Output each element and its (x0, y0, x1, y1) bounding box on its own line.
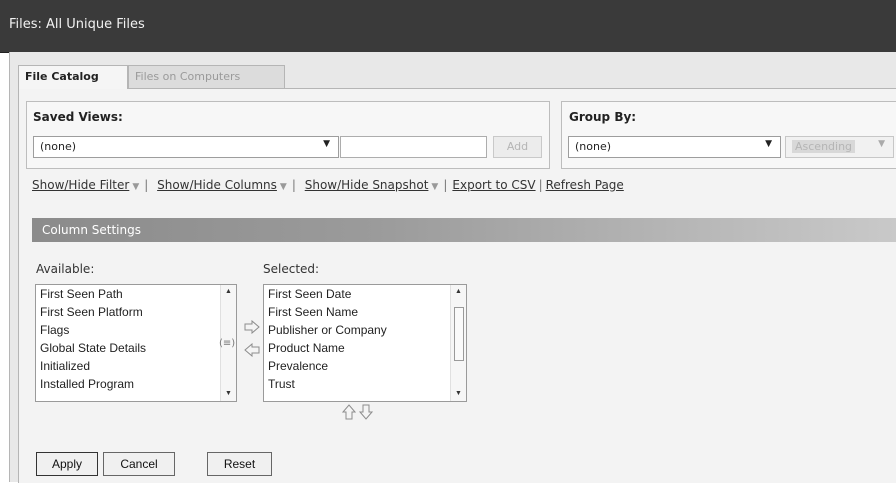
expand-icon[interactable]: (≡) (219, 338, 235, 349)
reset-button[interactable]: Reset (207, 452, 272, 476)
column-settings-header: Column Settings (32, 218, 896, 242)
scroll-down-icon[interactable]: ▼ (221, 387, 236, 401)
window-title: Files: All Unique Files (9, 17, 145, 32)
list-item[interactable]: Product Name (264, 339, 466, 357)
list-item[interactable]: First Seen Date (264, 285, 466, 303)
list-item[interactable]: Publisher or Company (264, 321, 466, 339)
show-hide-filter-link[interactable]: Show/Hide Filter (32, 178, 129, 192)
move-down-icon[interactable] (358, 404, 374, 423)
move-left-icon[interactable] (244, 342, 260, 360)
divider: | (538, 178, 543, 192)
list-item[interactable]: Flags (36, 321, 236, 339)
refresh-page-link[interactable]: Refresh Page (546, 178, 624, 192)
tab-files-on-computers[interactable]: Files on Computers (128, 65, 285, 89)
group-by-group: Group By: (none) ▼ Ascending ▼ (561, 101, 896, 169)
scroll-up-icon[interactable]: ▲ (221, 285, 236, 299)
selected-label: Selected: (263, 262, 320, 276)
list-item[interactable]: Global State Details (36, 339, 236, 357)
divider: | (144, 178, 149, 192)
list-item[interactable]: Trust (264, 375, 466, 393)
selected-columns-list[interactable]: First Seen Date First Seen Name Publishe… (263, 284, 467, 402)
chevron-down-icon[interactable]: ▼ (280, 182, 287, 192)
selected-scrollbar[interactable]: ▲ ▼ (450, 285, 466, 401)
list-item[interactable]: Prevalence (264, 357, 466, 375)
chevron-down-icon[interactable]: ▼ (132, 182, 139, 192)
available-columns-list[interactable]: First Seen Path First Seen Platform Flag… (35, 284, 237, 402)
group-by-title: Group By: (569, 110, 637, 124)
scroll-thumb[interactable] (454, 307, 464, 361)
saved-views-group: Saved Views: (none) ▼ Add (26, 101, 550, 169)
chevron-down-icon: ▼ (878, 139, 885, 149)
available-label: Available: (36, 262, 95, 276)
scroll-down-icon[interactable]: ▼ (451, 387, 466, 401)
toolbar-links: Show/Hide Filter ▼ | Show/Hide Columns ▼ | S… (32, 178, 624, 192)
saved-views-select[interactable]: (none) ▼ (33, 136, 339, 158)
sort-order-select[interactable]: Ascending ▼ (785, 136, 894, 158)
list-item[interactable]: First Seen Path (36, 285, 236, 303)
window-title-bar: Files: All Unique Files (0, 0, 896, 53)
add-view-button[interactable]: Add (493, 136, 542, 158)
list-item[interactable]: First Seen Name (264, 303, 466, 321)
divider: | (443, 178, 448, 192)
divider: | (291, 178, 296, 192)
move-right-icon[interactable] (244, 319, 260, 337)
chevron-down-icon: ▼ (765, 139, 772, 149)
saved-views-selected: (none) (40, 140, 77, 153)
saved-views-title: Saved Views: (33, 110, 123, 124)
list-item[interactable]: First Seen Platform (36, 303, 236, 321)
show-hide-snapshot-link[interactable]: Show/Hide Snapshot (305, 178, 429, 192)
move-up-icon[interactable] (341, 404, 357, 423)
chevron-down-icon: ▼ (323, 139, 330, 149)
scroll-up-icon[interactable]: ▲ (451, 285, 466, 299)
export-csv-link[interactable]: Export to CSV (452, 178, 535, 192)
chevron-down-icon[interactable]: ▼ (431, 182, 438, 192)
cancel-button[interactable]: Cancel (103, 452, 175, 476)
apply-button[interactable]: Apply (36, 452, 98, 476)
list-item[interactable]: Initialized (36, 357, 236, 375)
show-hide-columns-link[interactable]: Show/Hide Columns (157, 178, 277, 192)
group-by-select[interactable]: (none) ▼ (568, 136, 781, 158)
tab-file-catalog[interactable]: File Catalog (18, 65, 128, 89)
sort-order-selected: Ascending (792, 140, 856, 153)
list-item[interactable]: Installed Program (36, 375, 236, 393)
group-by-selected: (none) (575, 140, 612, 153)
view-name-input[interactable] (340, 136, 487, 158)
